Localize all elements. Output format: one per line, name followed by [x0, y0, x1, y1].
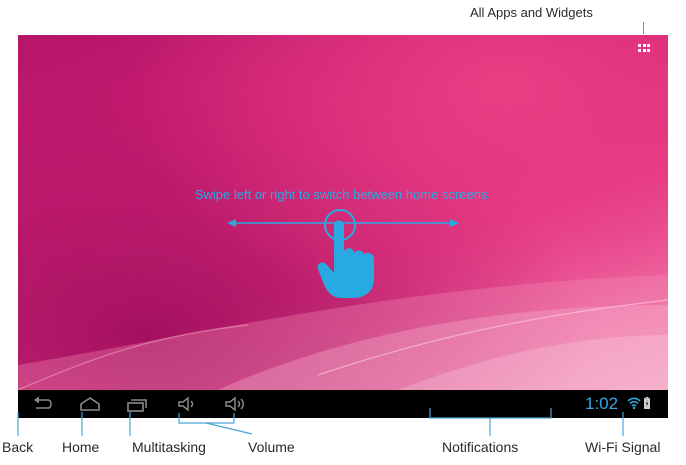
system-bar: 1:02 [18, 390, 668, 418]
battery-icon[interactable] [644, 397, 650, 409]
volume-down-icon[interactable] [176, 394, 200, 414]
home-screen[interactable]: Swipe left or right to switch between ho… [18, 35, 668, 390]
callout-wifi-signal: Wi-Fi Signal [585, 439, 661, 455]
all-apps-icon[interactable] [638, 44, 650, 53]
callout-volume: Volume [248, 439, 295, 455]
callout-all-apps-leader [643, 22, 644, 34]
back-icon[interactable] [31, 394, 55, 414]
recent-apps-icon[interactable] [125, 394, 149, 414]
callout-all-apps: All Apps and Widgets [470, 5, 593, 20]
volume-up-icon[interactable] [223, 394, 247, 414]
swipe-hint-text: Swipe left or right to switch between ho… [194, 187, 492, 202]
callout-multitasking: Multitasking [132, 439, 206, 455]
callout-back: Back [2, 439, 34, 455]
status-time[interactable]: 1:02 [585, 394, 618, 414]
home-icon[interactable] [78, 394, 102, 414]
callout-notifications: Notifications [442, 439, 519, 455]
swipe-gesture-icon [227, 209, 459, 298]
wifi-icon[interactable] [627, 396, 641, 410]
callout-home: Home [62, 439, 100, 455]
